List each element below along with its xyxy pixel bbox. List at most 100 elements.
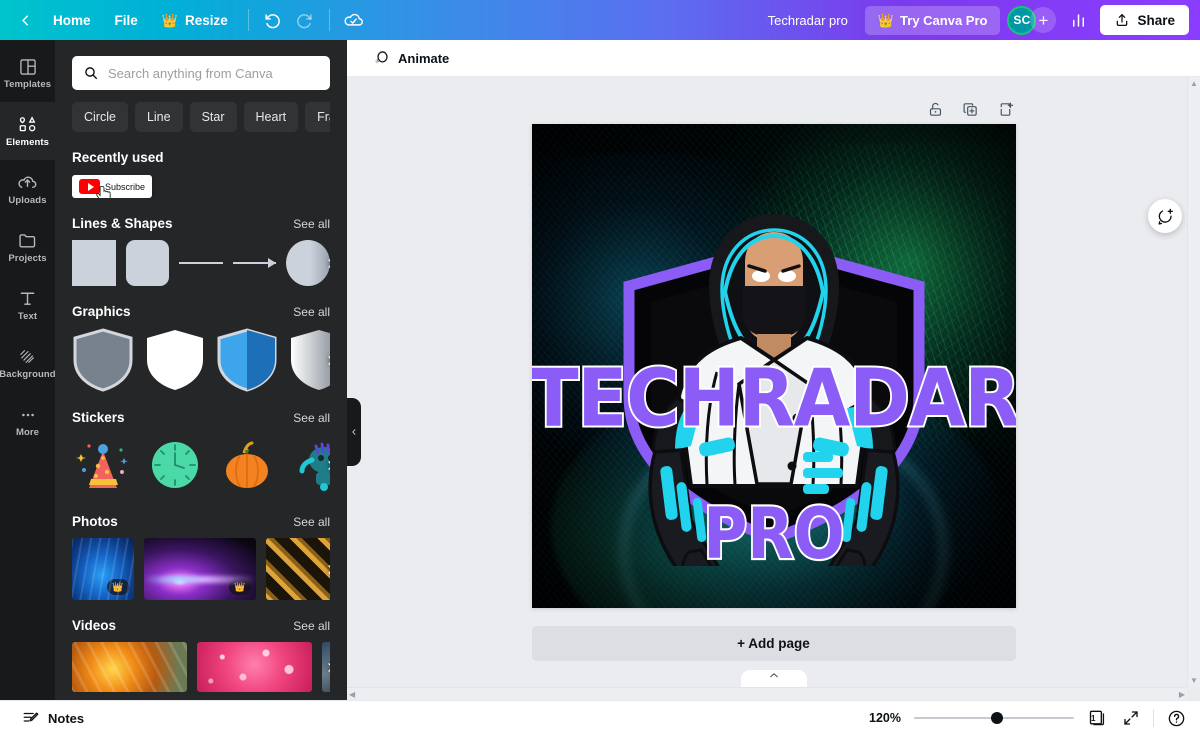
videos-next-button[interactable]: › [327,657,330,677]
add-page-icon[interactable] [996,99,1016,119]
try-canva-pro-button[interactable]: 👑 Try Canva Pro [865,6,1001,35]
shape-circle[interactable] [286,240,330,286]
chip-frame[interactable]: Frame [305,102,330,132]
document-title[interactable]: Techradar pro [758,8,858,33]
panel-collapse-handle[interactable] [347,398,361,466]
file-menu-button[interactable]: File [104,7,149,34]
page-count-button[interactable]: 1 [1087,708,1109,728]
share-button[interactable]: Share [1100,5,1189,35]
collapse-canvas-tab[interactable] [741,670,807,687]
fullscreen-button[interactable] [1122,709,1140,727]
duplicate-page-icon[interactable] [961,99,981,119]
chip-circle[interactable]: Circle [72,102,128,132]
section-title: Photos [72,514,118,529]
section-header-stickers: Stickers See all [72,410,330,425]
video-orange-flower[interactable] [72,642,187,692]
see-all-photos[interactable]: See all [293,515,330,529]
canvas-horizontal-scrollbar[interactable]: ◀ ▶ [347,687,1187,700]
graphic-white-shield[interactable] [144,328,206,392]
sidebar-item-elements[interactable]: Elements [0,102,55,160]
shape-arrow[interactable] [233,240,277,286]
scroll-down-arrow[interactable]: ▼ [1190,676,1198,685]
add-page-button[interactable]: + Add page [532,626,1016,661]
photo-blue-light[interactable]: 👑 [72,538,134,600]
search-box[interactable] [72,56,330,90]
sidebar-item-label: Uploads [8,196,46,206]
sidebar-item-background[interactable]: Background [0,334,55,392]
graphic-gradient-shield[interactable] [288,328,330,392]
home-button[interactable]: Home [42,7,102,34]
recently-used-item-subscribe[interactable]: Subscribe [72,175,152,198]
file-label: File [115,13,138,28]
see-all-stickers[interactable]: See all [293,411,330,425]
try-pro-label: Try Canva Pro [900,13,987,28]
chip-heart[interactable]: Heart [244,102,299,132]
add-comment-button[interactable] [1148,199,1182,233]
video-pink-droplets[interactable] [197,642,312,692]
photo-purple-flare[interactable]: 👑 [144,538,256,600]
help-button[interactable] [1167,709,1186,728]
sidebar-item-more[interactable]: More [0,392,55,450]
sticker-clock[interactable] [144,434,206,496]
canvas-vertical-scrollbar[interactable]: ▲ ▼ [1187,77,1200,687]
crown-icon: 👑 [229,579,251,595]
sticker-party-hat[interactable] [72,434,134,496]
design-title-text[interactable]: TECHRADAR [532,366,1016,434]
cloud-saved-button[interactable] [339,5,369,35]
expand-icon [1122,709,1140,727]
chip-star[interactable]: Star [190,102,237,132]
graphic-gray-shield[interactable] [72,328,134,392]
graphic-blue-shield[interactable] [216,328,278,392]
top-bar: Home File 👑 Resize Techradar pro [0,0,1200,40]
animate-button[interactable]: Animate [363,44,458,72]
sidebar-item-label: Elements [6,138,49,148]
sidebar-item-templates[interactable]: Templates [0,44,55,102]
see-all-videos[interactable]: See all [293,619,330,633]
top-bar-right: Techradar pro 👑 Try Canva Pro SC + Share [758,5,1200,35]
back-button[interactable] [10,5,40,35]
resize-button[interactable]: 👑 Resize [151,7,239,34]
undo-button[interactable] [258,5,288,35]
sidebar-item-uploads[interactable]: Uploads [0,160,55,218]
scroll-right-arrow[interactable]: ▶ [1179,690,1185,699]
sidebar-item-text[interactable]: Text [0,276,55,334]
photo-gold-stripes[interactable] [266,538,330,600]
sidebar-item-label: Projects [8,254,46,264]
shape-rounded-square[interactable] [126,240,170,286]
zoom-slider[interactable] [914,712,1074,724]
section-title: Videos [72,618,116,633]
add-collaborator-button[interactable]: + [1030,7,1056,33]
insights-button[interactable] [1063,5,1093,35]
design-page[interactable]: TECHRADAR PRO [532,124,1016,608]
elements-panel: Circle Line Star Heart Frame Recently us… [55,40,347,700]
search-input[interactable] [108,66,319,81]
graphics-next-button[interactable]: › [327,350,330,370]
collaborators: SC + [1007,6,1056,35]
scroll-up-arrow[interactable]: ▲ [1190,79,1198,88]
notes-label: Notes [48,711,84,726]
see-all-lines-shapes[interactable]: See all [293,217,330,231]
redo-button[interactable] [290,5,320,35]
stickers-next-button[interactable]: › [327,455,330,475]
home-label: Home [53,13,91,28]
notes-button[interactable]: Notes [14,705,92,731]
side-rail: Templates Elements Uploads Projects [0,40,55,700]
design-subtitle-text[interactable]: PRO [532,505,1016,565]
lock-icon[interactable] [926,99,946,119]
lines-shapes-next-button[interactable]: › [327,253,330,273]
shape-square[interactable] [72,240,116,286]
divider [1153,709,1154,727]
bottom-bar-right: 120% 1 [863,708,1186,728]
stickers-row: › [72,434,330,496]
sticker-pumpkin[interactable] [216,434,278,496]
shape-line[interactable] [179,240,223,286]
youtube-play-icon [79,179,100,194]
see-all-graphics[interactable]: See all [293,305,330,319]
zoom-slider-knob[interactable] [991,712,1003,724]
sticker-robot[interactable] [288,434,330,496]
chip-line[interactable]: Line [135,102,183,132]
sidebar-item-projects[interactable]: Projects [0,218,55,276]
photos-next-button[interactable]: › [327,559,330,579]
help-icon [1167,709,1186,728]
scroll-left-arrow[interactable]: ◀ [349,690,355,699]
